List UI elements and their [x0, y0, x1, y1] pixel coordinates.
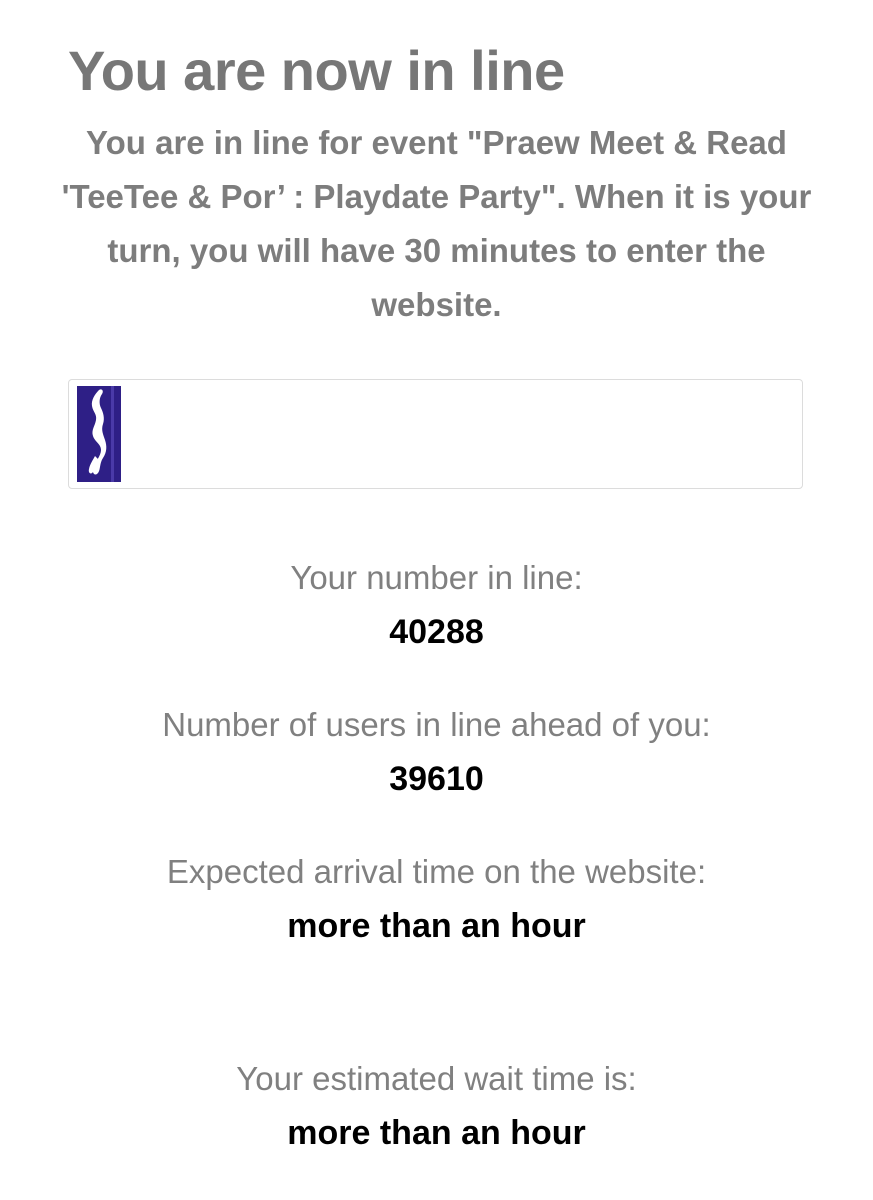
expected-arrival-section: Expected arrival time on the website: mo… — [0, 850, 873, 948]
estimated-wait-section: Your estimated wait time is: more than a… — [0, 1057, 873, 1155]
number-in-line-value: 40288 — [389, 613, 484, 651]
number-in-line-label: Your number in line: — [290, 559, 583, 596]
users-ahead-label: Number of users in line ahead of you: — [162, 706, 711, 743]
queue-progress-bar — [68, 379, 803, 489]
number-in-line-section: Your number in line: 40288 — [0, 556, 873, 654]
estimated-wait-label: Your estimated wait time is: — [236, 1060, 637, 1097]
runner-icon — [77, 386, 121, 482]
queue-description: You are in line for event "Praew Meet & … — [61, 124, 812, 323]
expected-arrival-value: more than an hour — [287, 907, 586, 945]
users-ahead-section: Number of users in line ahead of you: 39… — [0, 703, 873, 801]
expected-arrival-label: Expected arrival time on the website: — [166, 853, 707, 890]
users-ahead-value: 39610 — [389, 760, 484, 798]
page-title: You are now in line — [68, 39, 565, 102]
estimated-wait-value: more than an hour — [287, 1114, 586, 1152]
